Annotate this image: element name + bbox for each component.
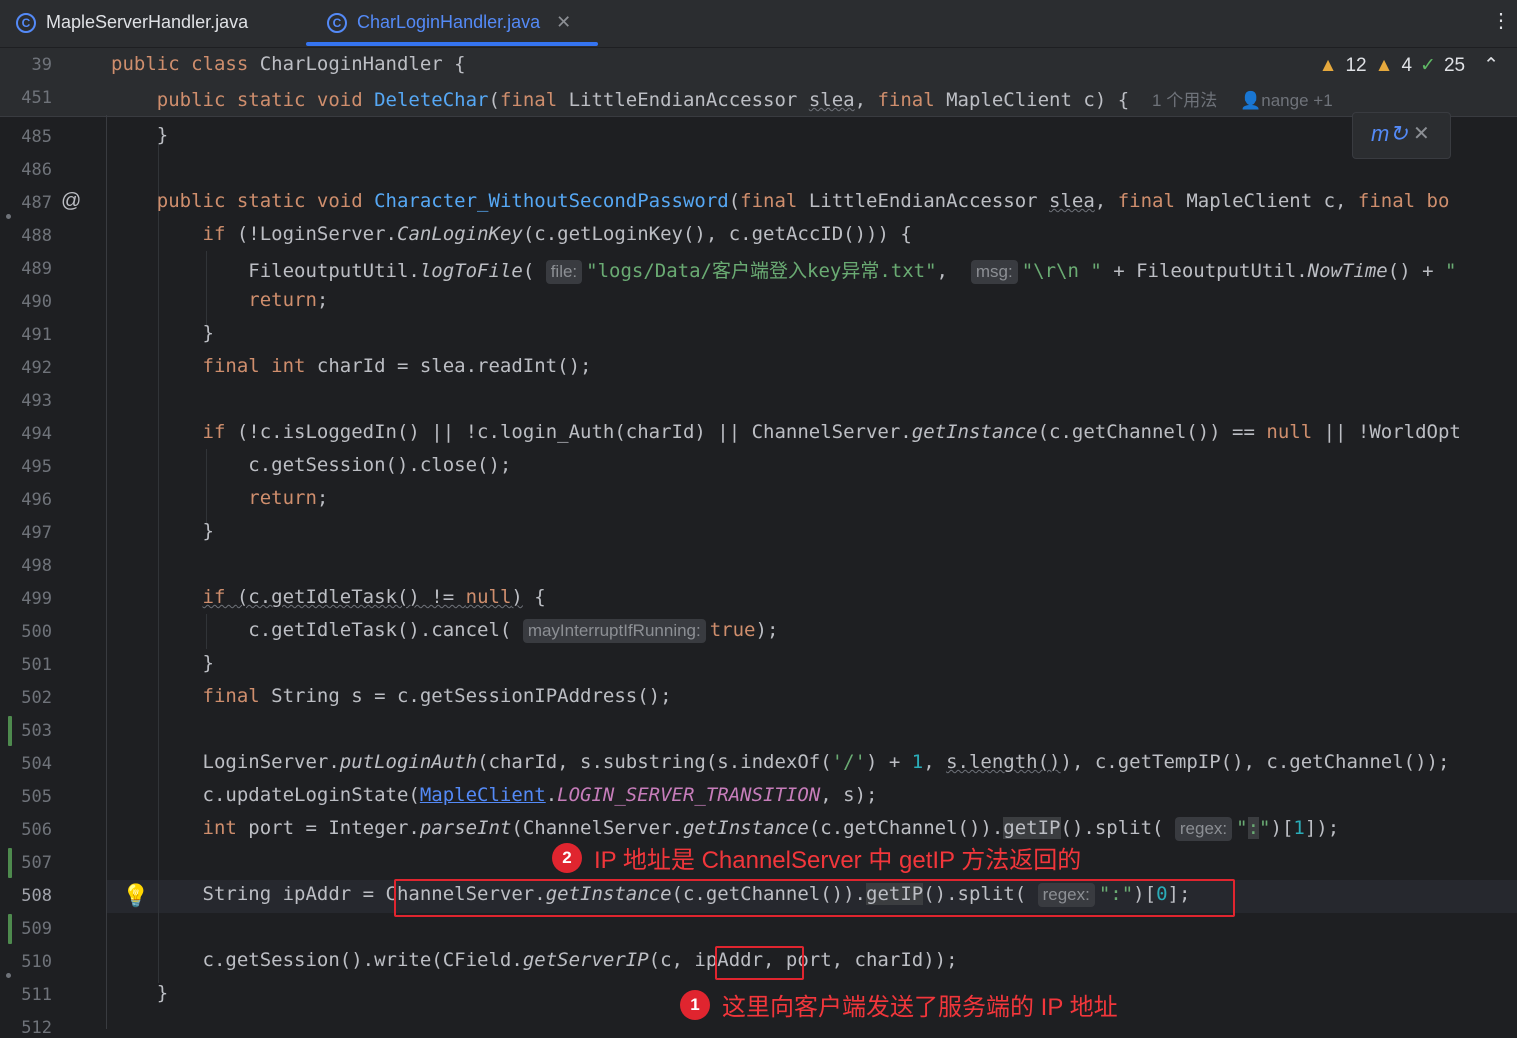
tab-label: CharLoginHandler.java <box>357 12 541 32</box>
code-line: c.getIdleTask().cancel( mayInterruptIfRu… <box>111 619 779 643</box>
code-editor[interactable]: 39 public class CharLoginHandler { 451 p… <box>0 48 1517 1038</box>
line-number: 451 <box>21 88 52 108</box>
check-icon: ✓ <box>1420 55 1436 76</box>
code-line: final String s = c.getSessionIPAddress()… <box>202 685 672 707</box>
line-number: 510 <box>21 952 52 972</box>
line-number: 490 <box>21 292 52 312</box>
line-number: 491 <box>21 325 52 345</box>
line-number: 512 <box>21 1018 52 1038</box>
code-line: final int charId = slea.readInt(); <box>202 355 592 377</box>
line-number: 487 <box>21 193 52 213</box>
warning-icon: ▲ <box>1318 54 1338 76</box>
line-number: 492 <box>21 358 52 378</box>
annotation-2: 2 IP 地址是 ChannelServer 中 getIP 方法返回的 <box>552 840 1081 875</box>
maven-reload-popup: m↻ ✕ <box>1352 112 1451 159</box>
code-line: return; <box>248 487 329 509</box>
annotation-box-getip <box>394 879 1235 917</box>
active-tab-indicator <box>306 42 598 46</box>
line-number: 485 <box>21 127 52 147</box>
line-number: 502 <box>21 688 52 708</box>
code-line: if (!LoginServer.CanLoginKey(c.getLoginK… <box>202 223 912 245</box>
vcs-change-marker[interactable] <box>8 848 12 878</box>
chevron-up-icon[interactable]: ⌃ <box>1483 54 1499 77</box>
code-line: } <box>111 982 169 1004</box>
code-line: if (c.getIdleTask() != null) { <box>202 586 546 608</box>
code-line: } <box>111 322 214 344</box>
fold-marker[interactable] <box>6 214 11 219</box>
class-icon: C <box>327 12 347 33</box>
author-hint[interactable]: nange +1 <box>1261 91 1332 110</box>
code-line: return; <box>248 289 329 311</box>
annotation-box-ipaddr <box>715 946 804 980</box>
line-number: 39 <box>31 55 52 75</box>
line-number: 511 <box>21 985 52 1005</box>
annotation-1: 1 这里向客户端发送了服务端的 IP 地址 <box>680 987 1118 1022</box>
fold-marker[interactable] <box>6 973 11 978</box>
line-number: 498 <box>21 556 52 576</box>
inspection-widget[interactable]: ▲ 12 ▲ 4 ✓ 25 ⌃ <box>1319 54 1499 77</box>
line-number: 488 <box>21 226 52 246</box>
line-number: 495 <box>21 457 52 477</box>
code-line: c.getSession().write(CField.getServerIP(… <box>111 949 958 971</box>
code-line: if (!c.isLoggedIn() || !c.login_Auth(cha… <box>202 421 1461 443</box>
line-number: 501 <box>21 655 52 675</box>
code-line: } <box>111 652 214 674</box>
line-number: 504 <box>21 754 52 774</box>
more-options-icon[interactable]: ⋮ <box>1491 8 1511 33</box>
author-icon: 👤 <box>1240 91 1262 110</box>
param-hint: file: <box>545 260 583 284</box>
line-number: 493 <box>21 391 52 411</box>
code-line: } <box>111 124 169 146</box>
line-number-current: 508 <box>21 886 52 906</box>
annotation-text: 这里向客户端发送了服务端的 IP 地址 <box>722 994 1118 1021</box>
tab-mapleserverhandler[interactable]: C MapleServerHandler.java <box>16 0 248 45</box>
annotation-text: IP 地址是 ChannelServer 中 getIP 方法返回的 <box>594 847 1082 874</box>
tab-label: MapleServerHandler.java <box>46 12 249 32</box>
param-hint: msg: <box>970 260 1018 284</box>
ok-count: 25 <box>1443 54 1466 76</box>
code-line: public static void Character_WithoutSeco… <box>156 190 1450 212</box>
gutter-separator <box>106 115 107 1029</box>
code-line: int port = Integer.parseInt(ChannelServe… <box>202 817 1340 841</box>
usage-hint[interactable]: 1 个用法 <box>1152 91 1217 110</box>
param-hint: regex: <box>1174 817 1233 841</box>
vcs-change-marker[interactable] <box>8 716 12 746</box>
maven-reload-icon[interactable]: m↻ <box>1371 121 1408 147</box>
weak-warning-icon: ▲ <box>1374 54 1394 76</box>
code-line: } <box>111 520 214 542</box>
annotation-badge: 1 <box>680 989 710 1020</box>
close-tab-icon[interactable]: ✕ <box>556 12 571 33</box>
close-icon[interactable]: ✕ <box>1413 121 1430 146</box>
line-number: 494 <box>21 424 52 444</box>
weak-warning-count: 4 <box>1401 54 1413 76</box>
annotation-badge: 2 <box>552 842 582 873</box>
line-number: 500 <box>21 622 52 642</box>
line-number: 506 <box>21 820 52 840</box>
vcs-change-marker[interactable] <box>8 914 12 944</box>
line-number: 486 <box>21 160 52 180</box>
param-hint: mayInterruptIfRunning: <box>522 619 706 643</box>
code-line: LoginServer.putLoginAuth(charId, s.subst… <box>111 751 1450 773</box>
override-icon[interactable]: @ <box>61 190 81 213</box>
editor-tab-bar: C MapleServerHandler.java C CharLoginHan… <box>0 0 1517 48</box>
line-number: 505 <box>21 787 52 807</box>
line-number: 496 <box>21 490 52 510</box>
code-line: FileoutputUtil.logToFile( file: "logs/Dat… <box>111 260 1457 284</box>
line-number: 497 <box>21 523 52 543</box>
code-line: c.updateLoginState(MapleClient.LOGIN_SER… <box>111 784 878 806</box>
code-line: public class CharLoginHandler { <box>111 53 466 75</box>
code-line: public static void DeleteChar(final Litt… <box>156 89 1333 111</box>
warning-count: 12 <box>1345 54 1367 76</box>
tab-charloginhandler[interactable]: C CharLoginHandler.java ✕ <box>327 0 571 45</box>
line-number: 499 <box>21 589 52 609</box>
sticky-scroll-header: 39 public class CharLoginHandler { 451 p… <box>0 48 1517 117</box>
class-icon: C <box>16 12 36 33</box>
code-line: c.getSession().close(); <box>111 454 512 476</box>
line-number: 489 <box>21 259 52 279</box>
